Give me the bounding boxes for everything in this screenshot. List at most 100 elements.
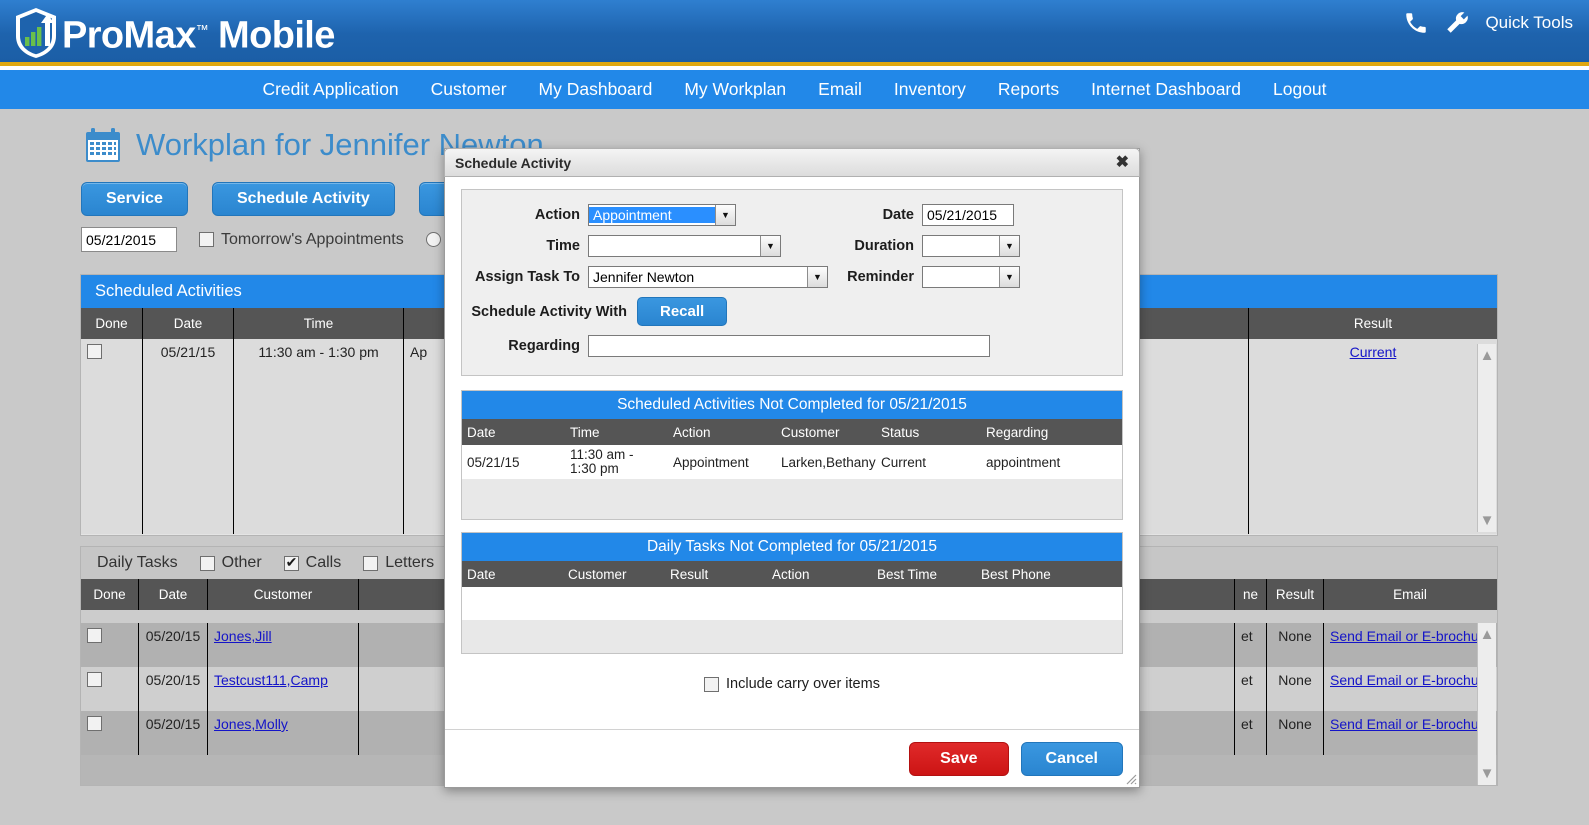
save-button[interactable]: Save <box>909 741 1009 776</box>
customer-link[interactable]: Jones,Molly <box>214 716 288 732</box>
cell-result: Current <box>1249 339 1497 534</box>
scheduled-activities-scrollbar[interactable]: ▲ ▼ <box>1477 344 1496 532</box>
recall-button[interactable]: Recall <box>637 297 728 326</box>
cell-email[interactable]: Send Email or E-brochure <box>1324 711 1496 755</box>
col-date: Date <box>467 424 496 440</box>
resize-grip-icon[interactable] <box>1123 771 1137 785</box>
send-email-link[interactable]: Send Email or E-brochure <box>1330 716 1491 732</box>
nav-item-internet-dashboard[interactable]: Internet Dashboard <box>1075 79 1257 100</box>
col-date: Date <box>139 579 208 610</box>
filter-letters-box[interactable] <box>363 555 379 571</box>
phone-icon[interactable] <box>1403 10 1429 36</box>
cell-done[interactable] <box>81 711 139 755</box>
workplan-radio-option[interactable] <box>425 232 441 247</box>
carry-over-label: Include carry over items <box>726 676 880 693</box>
filter-calls-box[interactable] <box>283 554 299 571</box>
nav-item-reports[interactable]: Reports <box>982 79 1075 100</box>
dialog-titlebar[interactable]: Schedule Activity ✖ <box>444 148 1140 177</box>
include-carry-over-checkbox[interactable]: Include carry over items <box>704 676 880 692</box>
close-icon[interactable]: ✖ <box>1116 154 1129 171</box>
nav-item-logout[interactable]: Logout <box>1257 79 1343 100</box>
chevron-down-icon[interactable]: ▼ <box>715 205 735 225</box>
table-row[interactable]: 05/21/15 11:30 am - 1:30 pm Appointment … <box>462 445 1122 480</box>
col-done: Done <box>81 308 143 339</box>
scroll-up-icon[interactable]: ▲ <box>1480 348 1495 363</box>
cell-done[interactable] <box>81 339 143 534</box>
regarding-field[interactable] <box>588 335 990 357</box>
date-field[interactable] <box>922 204 1014 226</box>
cell-email[interactable]: Send Email or E-brochure <box>1324 667 1496 711</box>
cell-status: Current <box>881 454 927 470</box>
daily-tasks-scrollbar[interactable]: ▲ ▼ <box>1477 623 1496 785</box>
brand-trademark: ™ <box>195 22 209 37</box>
nav-item-customer[interactable]: Customer <box>415 79 523 100</box>
scroll-up-icon[interactable]: ▲ <box>1480 627 1495 642</box>
tasks-not-completed-header: Date Customer Result Action Best Time Be… <box>462 561 1122 588</box>
col-action: Action <box>772 566 810 582</box>
schedule-activity-button[interactable]: Schedule Activity <box>211 182 395 216</box>
action-select[interactable]: Appointment ▼ <box>588 204 736 226</box>
filter-letters[interactable]: Letters <box>363 554 434 572</box>
row-done-checkbox[interactable] <box>87 344 102 359</box>
nav-item-email[interactable]: Email <box>802 79 878 100</box>
customer-link[interactable]: Testcust111,Camp <box>214 672 328 688</box>
row-done-checkbox[interactable] <box>87 672 102 687</box>
carry-over-box[interactable] <box>704 676 720 692</box>
col-best-phone: Best Phone <box>981 566 1051 582</box>
nav-item-inventory[interactable]: Inventory <box>878 79 982 100</box>
customer-link[interactable]: Jones,Jill <box>214 628 272 644</box>
cancel-button[interactable]: Cancel <box>1020 741 1123 776</box>
cell-time: 11:30 am - 1:30 pm <box>570 447 634 477</box>
brand-logo[interactable]: ProMax™ Mobile <box>14 4 335 62</box>
filter-other-box[interactable] <box>199 555 215 571</box>
top-brand-bar: ProMax™ Mobile Quick Tools <box>0 0 1589 66</box>
filter-other[interactable]: Other <box>199 554 262 572</box>
quick-tools-label[interactable]: Quick Tools <box>1485 13 1573 33</box>
chevron-down-icon[interactable]: ▼ <box>807 267 827 287</box>
scroll-down-icon[interactable]: ▼ <box>1480 513 1495 528</box>
scheduled-not-completed-title: Scheduled Activities Not Completed for 0… <box>462 391 1122 419</box>
cell-customer[interactable]: Testcust111,Camp <box>208 667 359 711</box>
cell-customer[interactable]: Jones,Molly <box>208 711 359 755</box>
chevron-down-icon[interactable]: ▼ <box>999 236 1019 256</box>
cell-done[interactable] <box>81 623 139 667</box>
cell-date: 05/21/15 <box>143 339 234 534</box>
row-done-checkbox[interactable] <box>87 628 102 643</box>
assign-select[interactable]: Jennifer Newton ▼ <box>588 266 828 288</box>
action-value: Appointment <box>589 207 715 223</box>
tomorrows-appointments-checkbox[interactable]: Tomorrow's Appointments <box>199 231 404 249</box>
send-email-link[interactable]: Send Email or E-brochure <box>1330 628 1491 644</box>
row-done-checkbox[interactable] <box>87 716 102 731</box>
reminder-select[interactable]: ▼ <box>922 266 1020 288</box>
nav-item-my-workplan[interactable]: My Workplan <box>668 79 802 100</box>
time-select[interactable]: ▼ <box>588 235 781 257</box>
chevron-down-icon[interactable]: ▼ <box>760 236 780 256</box>
chevron-down-icon[interactable]: ▼ <box>999 267 1019 287</box>
workplan-date-input[interactable] <box>81 227 177 252</box>
cell-done[interactable] <box>81 667 139 711</box>
cell-customer[interactable]: Jones,Jill <box>208 623 359 667</box>
col-status: Status <box>881 424 920 440</box>
tasks-not-completed-grid: Daily Tasks Not Completed for 05/21/2015… <box>461 532 1123 655</box>
nav-item-credit-application[interactable]: Credit Application <box>246 79 414 100</box>
col-regarding: Regarding <box>986 424 1049 440</box>
schedule-with-label: Schedule Activity With <box>471 303 627 320</box>
scroll-down-icon[interactable]: ▼ <box>1480 766 1495 781</box>
duration-select[interactable]: ▼ <box>922 235 1020 257</box>
calendar-icon <box>86 128 120 162</box>
cell-email[interactable]: Send Email or E-brochure <box>1324 623 1496 667</box>
cell-date: 05/20/15 <box>139 623 208 667</box>
col-customer: Customer <box>208 579 359 610</box>
filter-calls[interactable]: Calls <box>283 554 341 572</box>
wrench-icon[interactable] <box>1443 10 1471 36</box>
cell-date: 05/20/15 <box>139 667 208 711</box>
send-email-link[interactable]: Send Email or E-brochure <box>1330 672 1491 688</box>
tasks-not-completed-title: Daily Tasks Not Completed for 05/21/2015 <box>462 533 1122 562</box>
nav-item-my-dashboard[interactable]: My Dashboard <box>523 79 669 100</box>
result-link[interactable]: Current <box>1350 344 1397 360</box>
service-button[interactable]: Service <box>81 182 188 216</box>
tomorrows-appointments-box[interactable] <box>199 232 214 247</box>
action-label: Action <box>534 207 580 223</box>
topbar-actions: Quick Tools <box>1403 10 1573 36</box>
scheduled-not-completed-grid: Scheduled Activities Not Completed for 0… <box>461 390 1123 521</box>
